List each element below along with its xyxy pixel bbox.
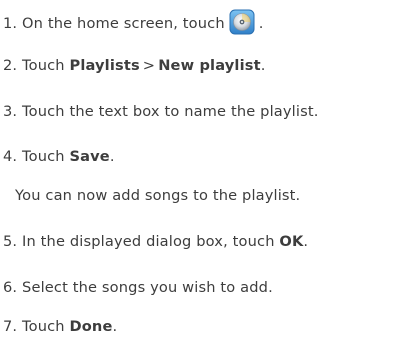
step-3: 3. Touch the text box to name the playli… [3,102,318,122]
step-text-end: . [260,57,266,74]
step-text-end: . [258,15,264,32]
step-text: Touch [22,318,65,335]
ui-term-playlists: Playlists [69,57,140,74]
step-text: Select the songs you wish to add. [22,279,273,296]
ui-term-save: Save [69,148,110,165]
step-number: 6. [3,279,18,296]
ui-term-new-playlist: New playlist [158,57,261,74]
step-number: 1. [3,15,18,32]
step-text: Touch the text box to name the playlist. [22,103,319,120]
step-6: 6. Select the songs you wish to add. [3,278,273,298]
music-player-cd-icon [229,9,255,35]
step-text: On the home screen, touch [22,15,225,32]
step-2: 2. Touch Playlists > New playlist. [3,56,266,76]
step-number: 3. [3,103,18,120]
step-text: Touch [22,148,65,165]
step-number: 2. [3,57,18,74]
menu-separator: > [142,57,156,74]
step-text: In the displayed dialog box, touch [22,233,275,250]
step-number: 4. [3,148,18,165]
step-number: 7. [3,318,18,335]
step-4: 4. Touch Save. [3,147,115,167]
step-1: 1. On the home screen, touch . [3,9,264,35]
step-4-note: You can now add songs to the playlist. [15,186,300,206]
step-number: 5. [3,233,18,250]
step-7: 7. Touch Done. [3,317,117,337]
ui-term-ok: OK [279,233,304,250]
step-text: Touch [22,57,65,74]
ui-term-done: Done [69,318,113,335]
step-text-end: . [112,318,118,335]
note-text: You can now add songs to the playlist. [15,187,301,204]
step-text-end: . [303,233,309,250]
step-5: 5. In the displayed dialog box, touch OK… [3,232,308,252]
step-text-end: . [109,148,115,165]
